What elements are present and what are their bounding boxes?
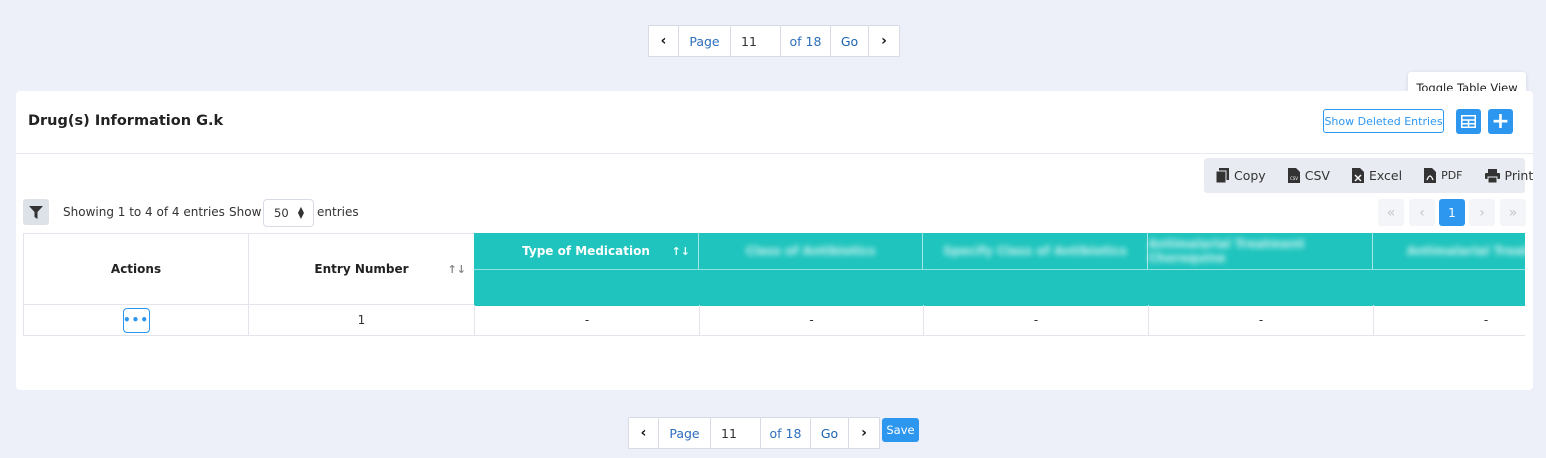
- page-1-button[interactable]: 1: [1439, 199, 1465, 226]
- header-class-of-antibiotics-label: Class of Antibiotics: [745, 244, 876, 258]
- plus-icon: +: [1491, 108, 1510, 134]
- drug-information-card: Drug(s) Information G.k Show Deleted Ent…: [16, 91, 1533, 390]
- table-cell-entry-number: 1: [248, 305, 474, 336]
- show-deleted-entries-button[interactable]: Show Deleted Entries: [1323, 109, 1444, 133]
- copy-button[interactable]: Copy: [1216, 168, 1266, 183]
- header-class-of-antibiotics[interactable]: Class of Antibiotics: [699, 233, 923, 269]
- entries-summary: Showing 1 to 4 of 4 entries: [63, 205, 225, 219]
- export-toolbar: Copy CSV CSV Excel PDF Print: [1204, 158, 1533, 193]
- page-size-select[interactable]: 50 ▲ ▼: [263, 199, 314, 227]
- pdf-button[interactable]: PDF: [1424, 168, 1463, 183]
- show-label: Show: [229, 205, 262, 219]
- drug-information-table: Actions ••• Entry Number ↑↓ 1 Type of Me…: [23, 233, 1525, 336]
- page-total: of 18: [761, 418, 811, 448]
- select-caret-icon: ▲ ▼: [297, 205, 304, 220]
- column-antimalarial-1: Antimalarial Treatment Choroquine -: [1148, 233, 1373, 336]
- copy-icon: [1216, 168, 1229, 183]
- filter-icon: [29, 205, 43, 219]
- row-actions-button[interactable]: •••: [122, 307, 150, 333]
- column-specify-class: Specify Class of Antibiotics -: [923, 233, 1148, 336]
- csv-label: CSV: [1304, 168, 1330, 183]
- toggle-table-view-button[interactable]: [1456, 109, 1481, 134]
- header-entry-number[interactable]: Entry Number ↑↓: [248, 233, 474, 305]
- csv-file-icon: CSV: [1287, 168, 1300, 183]
- header-specify-class[interactable]: Specify Class of Antibiotics: [923, 233, 1148, 269]
- table-cell-anti1: -: [1148, 305, 1373, 336]
- go-button[interactable]: Go: [831, 26, 869, 56]
- excel-button[interactable]: Excel: [1351, 168, 1403, 183]
- page-input[interactable]: 11: [731, 26, 781, 56]
- pager-bottom: ‹ Page 11 of 18 Go ›: [628, 417, 880, 449]
- page-total: of 18: [781, 26, 831, 56]
- next-page-button[interactable]: ›: [1469, 199, 1495, 226]
- excel-file-icon: [1351, 168, 1364, 183]
- column-antimalarial-2: Antimalarial Treatment -: [1373, 233, 1525, 336]
- print-button[interactable]: Print: [1484, 168, 1534, 183]
- table-icon: [1461, 115, 1476, 128]
- page-title: Drug(s) Information G.k: [28, 113, 224, 129]
- header-actions[interactable]: Actions: [23, 233, 248, 305]
- page-size-value: 50: [274, 206, 289, 220]
- prev-page-button[interactable]: ‹: [649, 26, 679, 56]
- table-cell-actions: •••: [23, 305, 248, 336]
- header-type-of-medication-label: Type of Medication: [522, 244, 650, 258]
- header-type-of-medication[interactable]: Type of Medication ↑↓: [474, 233, 699, 269]
- table-cell-type: -: [474, 305, 699, 336]
- header-antimalarial-2-label: Antimalarial Treatment: [1406, 244, 1525, 258]
- sort-icon: ↑↓: [447, 262, 466, 276]
- pdf-label: PDF: [1441, 169, 1463, 182]
- page-input[interactable]: 11: [711, 418, 761, 448]
- entries-label: entries: [317, 205, 359, 219]
- go-button[interactable]: Go: [811, 418, 849, 448]
- table-cell-specify: -: [923, 305, 1148, 336]
- header-antimalarial-2[interactable]: Antimalarial Treatment: [1373, 233, 1525, 269]
- next-page-button[interactable]: ›: [869, 26, 899, 56]
- next-page-button[interactable]: ›: [849, 418, 879, 448]
- page-label: Page: [659, 418, 711, 448]
- column-actions: Actions •••: [23, 233, 248, 336]
- printer-icon: [1484, 168, 1500, 183]
- save-button[interactable]: Save: [882, 418, 919, 442]
- first-page-button[interactable]: «: [1378, 199, 1404, 226]
- filter-button[interactable]: [23, 199, 49, 225]
- previous-page-button[interactable]: ‹: [1409, 199, 1435, 226]
- last-page-button[interactable]: »: [1500, 199, 1526, 226]
- add-entry-button[interactable]: +: [1488, 109, 1513, 134]
- csv-button[interactable]: CSV CSV: [1287, 168, 1330, 183]
- pdf-file-icon: [1424, 168, 1437, 183]
- header-antimalarial-1[interactable]: Antimalarial Treatment Choroquine: [1148, 233, 1373, 269]
- column-entry-number: Entry Number ↑↓ 1: [248, 233, 474, 336]
- sort-icon: ↑↓: [671, 244, 690, 258]
- page-label: Page: [679, 26, 731, 56]
- column-type-of-medication: Type of Medication ↑↓ -: [474, 233, 699, 336]
- header-antimalarial-1-label: Antimalarial Treatment Choroquine: [1148, 237, 1305, 265]
- copy-label: Copy: [1234, 168, 1266, 183]
- header-entry-number-label: Entry Number: [314, 262, 409, 276]
- table-cell-anti2: -: [1373, 305, 1525, 336]
- pager-top: ‹ Page 11 of 18 Go ›: [648, 25, 900, 57]
- excel-label: Excel: [1368, 168, 1403, 183]
- svg-text:CSV: CSV: [1290, 176, 1298, 181]
- print-label: Print: [1504, 168, 1534, 183]
- table-cell-class: -: [699, 305, 923, 336]
- header-specify-class-label: Specify Class of Antibiotics: [943, 244, 1127, 258]
- column-class-of-antibiotics: Class of Antibiotics -: [699, 233, 923, 336]
- card-header: Drug(s) Information G.k Show Deleted Ent…: [16, 91, 1533, 154]
- prev-page-button[interactable]: ‹: [629, 418, 659, 448]
